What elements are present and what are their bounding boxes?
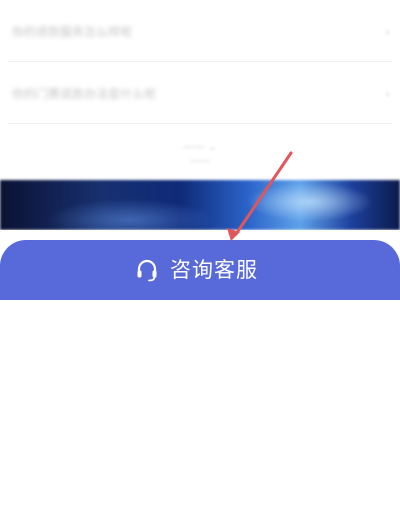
faq-question: 你的退款服务怎么样呢 xyxy=(12,25,133,39)
faq-list: 你的退款服务怎么样呢 › 你的门票退款办法是什么呢 › —— ⌄ —— xyxy=(0,0,400,180)
collapse-toggle[interactable]: —— ⌄ —— xyxy=(170,140,230,167)
faq-question: 你的门票退款办法是什么呢 xyxy=(12,87,157,101)
watermark-logo xyxy=(332,508,370,518)
headset-icon xyxy=(137,259,157,282)
faq-item[interactable]: 你的门票退款办法是什么呢 › xyxy=(0,64,400,124)
chevron-right-icon: › xyxy=(385,87,390,101)
faq-item[interactable]: 你的退款服务怎么样呢 › xyxy=(0,2,400,62)
consult-button-label: 咨询客服 xyxy=(170,258,258,282)
consult-customer-service-button[interactable]: 咨询客服 xyxy=(0,240,400,518)
chevron-right-icon: › xyxy=(385,25,390,39)
divider xyxy=(8,123,392,124)
promo-banner[interactable] xyxy=(0,180,400,230)
consult-button-content: 咨询客服 xyxy=(134,255,258,285)
divider xyxy=(8,61,392,62)
